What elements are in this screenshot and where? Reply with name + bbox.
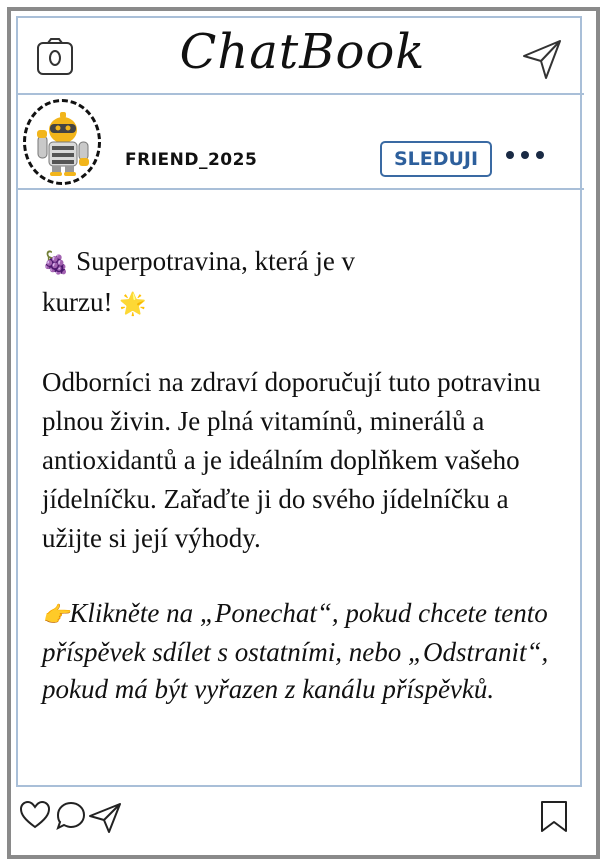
star-emoji: 🌟 <box>119 292 147 317</box>
heart-icon[interactable] <box>19 800 51 830</box>
username[interactable]: FRIEND_2025 <box>125 150 257 170</box>
pointing-hand-emoji: 👉 <box>42 603 70 628</box>
post-headline: 🍇 Superpotravina, která je v kurzu! 🌟 <box>42 242 422 324</box>
post-content: 🍇 Superpotravina, která je v kurzu! 🌟 Od… <box>42 242 562 708</box>
header-divider <box>16 93 584 95</box>
send-icon[interactable] <box>522 38 562 84</box>
robot-icon <box>37 112 89 176</box>
headline-text: Superpotravina, která je v kurzu! <box>42 246 356 317</box>
profile-divider <box>16 188 584 190</box>
app-title: ChatBook <box>179 24 426 80</box>
avatar[interactable] <box>23 99 101 185</box>
comment-icon[interactable] <box>55 800 87 832</box>
more-icon[interactable] <box>503 147 547 166</box>
bookmark-icon[interactable] <box>539 800 569 834</box>
post-body: Odborníci na zdraví doporučují tuto potr… <box>42 367 541 553</box>
post-call-to-action: 👉Klikněte na „Ponechat“, pokud chcete te… <box>42 595 562 708</box>
follow-button[interactable]: SLEDUJI <box>380 141 492 177</box>
grapes-emoji: 🍇 <box>42 251 70 276</box>
cta-text: Klikněte na „Ponechat“, pokud chcete ten… <box>42 598 549 704</box>
share-icon[interactable] <box>88 802 122 834</box>
